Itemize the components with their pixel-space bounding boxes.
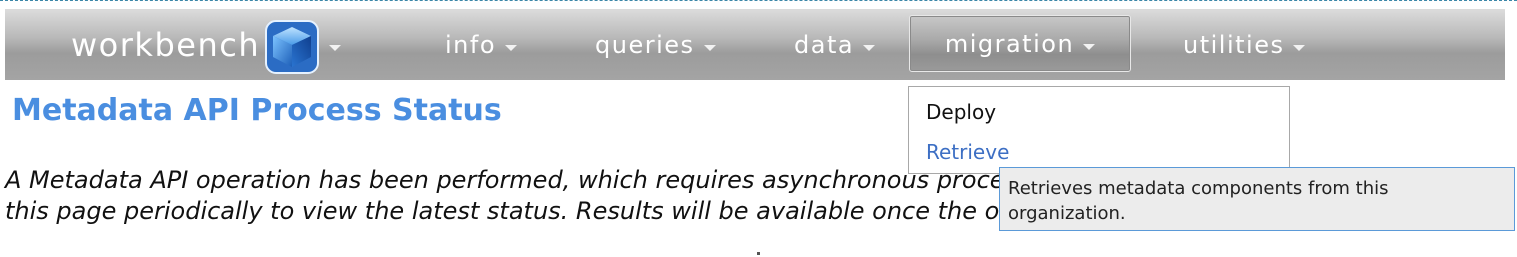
stray-dot — [757, 252, 760, 255]
chevron-down-icon — [1293, 44, 1306, 51]
nav-migration-label: migration — [944, 29, 1075, 58]
retrieve-tooltip: Retrieves metadata components from this … — [999, 167, 1515, 231]
cube-logo-icon — [265, 19, 320, 74]
nav-utilities-label: utilities — [1183, 30, 1285, 59]
nav-queries-label: queries — [595, 30, 695, 59]
nav-migration[interactable]: migration — [909, 15, 1131, 72]
workbench-logo-menu[interactable]: workbench — [71, 9, 342, 80]
chevron-down-icon — [703, 44, 716, 51]
nav-info[interactable]: info — [445, 9, 518, 80]
nav-utilities[interactable]: utilities — [1183, 9, 1306, 80]
nav-data[interactable]: data — [794, 9, 876, 80]
migration-dropdown-menu: Deploy Retrieve — [908, 86, 1290, 174]
chevron-down-icon — [329, 44, 342, 51]
nav-info-label: info — [445, 30, 497, 59]
menu-item-deploy[interactable]: Deploy — [926, 100, 996, 124]
top-dashed-rule — [0, 0, 1517, 1]
menu-item-retrieve[interactable]: Retrieve — [926, 140, 1009, 164]
nav-queries[interactable]: queries — [595, 9, 716, 80]
chevron-down-icon — [505, 44, 518, 51]
page-title: Metadata API Process Status — [12, 93, 502, 128]
chevron-down-icon — [1083, 43, 1096, 50]
top-navbar: workbench info queries data migration ut… — [5, 9, 1505, 80]
chevron-down-icon — [863, 44, 876, 51]
nav-data-label: data — [794, 30, 855, 59]
logo-text: workbench — [71, 25, 261, 64]
